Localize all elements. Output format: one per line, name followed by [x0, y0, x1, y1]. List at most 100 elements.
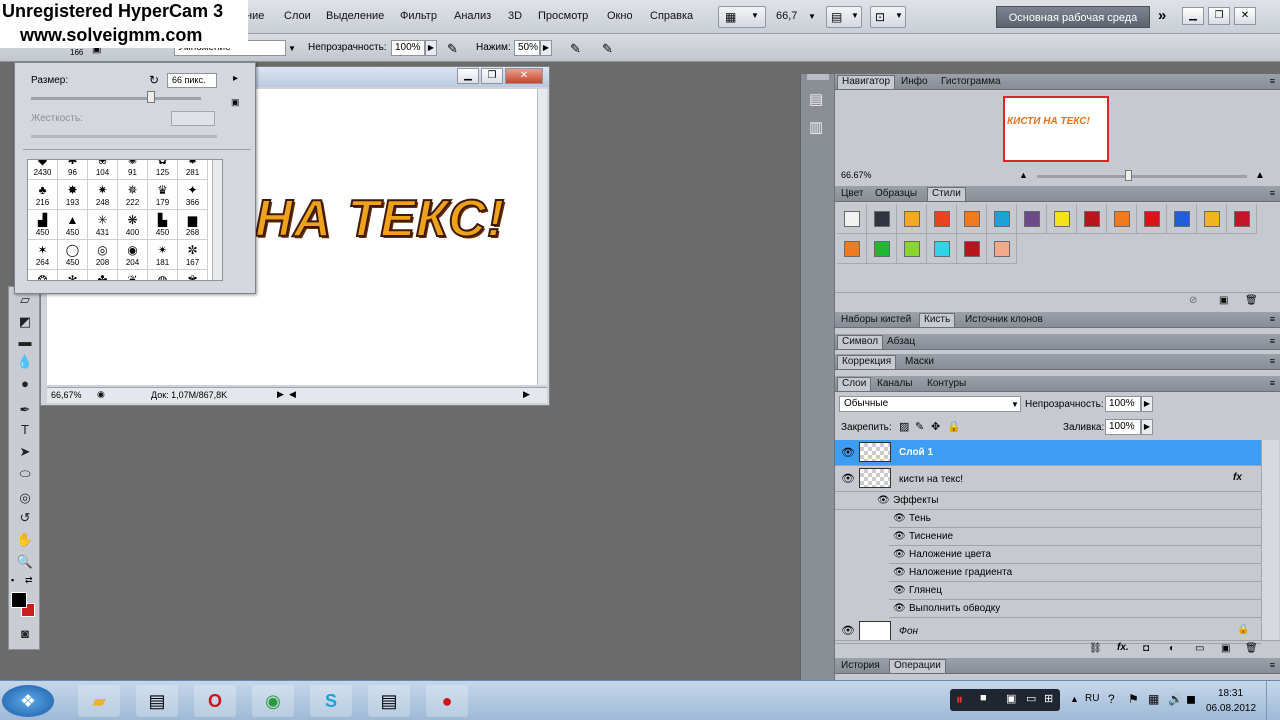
- panel-menu-icon[interactable]: ≡: [1270, 336, 1275, 346]
- add-mask-icon[interactable]: ◘: [1143, 643, 1149, 654]
- path-select-icon[interactable]: ➤: [16, 443, 34, 461]
- menu-item-analysis[interactable]: Анализ: [454, 10, 491, 22]
- hardness-slider[interactable]: [31, 135, 217, 138]
- layer-row-text[interactable]: 👁 кисти на текс! fx: [835, 466, 1261, 492]
- brush-preset-cell[interactable]: ✦ 366: [178, 180, 208, 210]
- language-indicator[interactable]: RU: [1085, 693, 1099, 704]
- menu-item-select[interactable]: Выделение: [326, 10, 384, 22]
- brush-preset-cell[interactable]: ✹ 281: [178, 160, 208, 180]
- quick-mask-icon[interactable]: ◙: [16, 625, 34, 643]
- style-preset[interactable]: [1077, 204, 1107, 234]
- screen-mode-button[interactable]: ▦ ▼: [718, 6, 766, 28]
- tray-app-icon[interactable]: ◼: [1186, 692, 1196, 706]
- volume-icon[interactable]: 🔊: [1168, 692, 1183, 706]
- menu-item-window[interactable]: Окно: [607, 10, 633, 22]
- effect-row[interactable]: 👁 Наложение цвета: [889, 546, 1261, 564]
- brush-preset-cell[interactable]: ♣ 216: [28, 180, 58, 210]
- panel-menu-icon[interactable]: ≡: [1270, 188, 1275, 198]
- more-workspaces-icon[interactable]: »: [1158, 7, 1166, 24]
- menu-item-help[interactable]: Справка: [650, 10, 693, 22]
- fx-icon[interactable]: fx: [1233, 472, 1242, 483]
- tab-channels[interactable]: Каналы: [873, 378, 917, 392]
- brush-size-preview[interactable]: 166: [70, 48, 83, 57]
- tab-layers[interactable]: Слои: [837, 377, 872, 391]
- visibility-eye-icon[interactable]: 👁: [841, 472, 855, 485]
- layers-scrollbar[interactable]: [1261, 440, 1279, 640]
- zoom-in-icon[interactable]: ▲: [1255, 170, 1265, 181]
- style-preset[interactable]: [927, 234, 957, 264]
- tab-adjustments[interactable]: Коррекция: [837, 355, 897, 369]
- vertical-scrollbar[interactable]: [537, 89, 547, 385]
- navigator-slider-thumb[interactable]: [1125, 170, 1132, 181]
- tab-swatches[interactable]: Образцы: [871, 188, 921, 202]
- picker-menu-icon[interactable]: ▸: [233, 73, 238, 84]
- tab-paths[interactable]: Контуры: [923, 378, 970, 392]
- navigator-zoom-slider[interactable]: [1037, 175, 1247, 178]
- panel-menu-icon[interactable]: ≡: [1270, 660, 1275, 670]
- brush-preset-cell[interactable]: ❀ 104: [88, 160, 118, 180]
- panel-menu-icon[interactable]: ≡: [1270, 314, 1275, 324]
- brush-preset-cell[interactable]: ✳ 431: [88, 210, 118, 240]
- eraser-tool-icon[interactable]: ◩: [16, 313, 34, 331]
- tab-history[interactable]: История: [837, 660, 884, 674]
- style-preset[interactable]: [897, 204, 927, 234]
- brush-preset-cell[interactable]: ✴ 181: [148, 240, 178, 270]
- style-preset[interactable]: [1227, 204, 1257, 234]
- style-preset[interactable]: [867, 234, 897, 264]
- visibility-eye-icon[interactable]: 👁: [893, 567, 906, 578]
- lock-all-icon[interactable]: 🔒: [947, 420, 961, 433]
- foreground-color-swatch[interactable]: [11, 592, 27, 608]
- lock-position-icon[interactable]: ✥: [931, 420, 940, 433]
- brush-preset-cell[interactable]: ▲ 450: [58, 210, 88, 240]
- brush-preset-cell[interactable]: ◎ 208: [88, 240, 118, 270]
- lock-transparency-icon[interactable]: ▨: [899, 420, 909, 433]
- swap-colors-icon[interactable]: ⇄: [25, 575, 33, 586]
- fullscreen-icon[interactable]: ⊞: [1044, 692, 1053, 705]
- visibility-eye-icon[interactable]: 👁: [893, 531, 906, 542]
- tab-brush-presets[interactable]: Наборы кистей: [837, 314, 915, 328]
- tab-masks[interactable]: Маски: [901, 356, 938, 370]
- help-icon[interactable]: ?: [1108, 692, 1115, 706]
- doc-zoom[interactable]: 66,67%: [51, 390, 82, 400]
- opera-taskbar-button[interactable]: O: [194, 685, 236, 717]
- clock-date[interactable]: 06.08.2012: [1206, 703, 1256, 714]
- hardness-field[interactable]: [171, 111, 215, 126]
- explorer-taskbar-button[interactable]: ▰: [78, 685, 120, 717]
- brush-preset-cell[interactable]: ▟ 450: [28, 210, 58, 240]
- size-field[interactable]: 66 пикс.: [167, 73, 217, 88]
- 3d-rotate-icon[interactable]: ◎: [16, 489, 34, 507]
- style-preset[interactable]: [867, 204, 897, 234]
- style-preset[interactable]: [1167, 204, 1197, 234]
- blend-mode-select[interactable]: Обычные: [839, 396, 1021, 412]
- zoom-dropdown-icon[interactable]: ▼: [808, 12, 816, 21]
- default-colors-icon[interactable]: ▪: [11, 575, 14, 585]
- brush-preset-cell[interactable]: ✺ 91: [118, 160, 148, 180]
- tab-navigator[interactable]: Навигатор: [837, 75, 896, 89]
- visibility-eye-icon[interactable]: 👁: [841, 446, 855, 459]
- brush-preset-cell[interactable]: ❦: [118, 270, 148, 280]
- doc-restore-button[interactable]: ❐: [481, 68, 503, 84]
- tab-info[interactable]: Инфо: [897, 76, 932, 90]
- effect-row[interactable]: 👁 Наложение градиента: [889, 564, 1261, 582]
- pressure-opacity-icon[interactable]: ✎: [447, 41, 458, 57]
- visibility-eye-icon[interactable]: 👁: [877, 495, 890, 506]
- style-preset[interactable]: [897, 234, 927, 264]
- opacity-arrow[interactable]: ▶: [425, 40, 437, 56]
- style-preset[interactable]: [927, 204, 957, 234]
- brush-preset-cell[interactable]: ♛ 179: [148, 180, 178, 210]
- new-group-icon[interactable]: ▭: [1195, 643, 1204, 654]
- minimize-button[interactable]: ▁: [1182, 7, 1204, 25]
- fill-arrow[interactable]: ▶: [1141, 419, 1153, 435]
- style-preset[interactable]: [1197, 204, 1227, 234]
- brush-preset-cell[interactable]: ◉ 204: [118, 240, 148, 270]
- clock-time[interactable]: 18:31: [1218, 688, 1243, 699]
- collapse-bar[interactable]: [807, 74, 829, 80]
- layer-row-layer1[interactable]: 👁 Слой 1: [835, 440, 1261, 466]
- menu-item-layers[interactable]: Слои: [284, 10, 311, 22]
- panel-menu-icon[interactable]: ≡: [1270, 76, 1275, 86]
- effect-row[interactable]: 👁 Тень: [889, 510, 1261, 528]
- history-panel-icon[interactable]: ▤: [809, 90, 823, 108]
- hand-icon[interactable]: ✋: [16, 531, 34, 549]
- tab-actions[interactable]: Операции: [889, 659, 946, 673]
- opacity-field[interactable]: 100%: [391, 40, 425, 56]
